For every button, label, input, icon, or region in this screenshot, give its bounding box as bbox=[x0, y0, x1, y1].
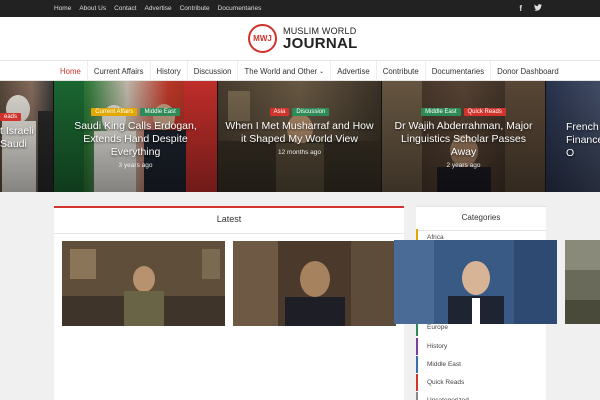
slide-tag[interactable]: Middle East bbox=[140, 108, 180, 116]
top-link-contribute[interactable]: Contribute bbox=[180, 5, 210, 12]
thumb-photo bbox=[62, 241, 225, 326]
slide-tag[interactable]: Asia bbox=[269, 108, 290, 116]
facebook-icon[interactable]: f bbox=[519, 4, 522, 13]
twitter-icon[interactable] bbox=[534, 4, 542, 13]
latest-thumbs bbox=[62, 241, 396, 326]
slide-french-finance[interactable]: French Finance O bbox=[546, 81, 600, 192]
top-links: Home About Us Contact Advertise Contribu… bbox=[54, 0, 261, 17]
categories-heading: Categories bbox=[461, 213, 501, 222]
category-middle-east[interactable]: Middle East bbox=[416, 356, 546, 373]
nav-item-contribute[interactable]: Contribute bbox=[377, 61, 426, 81]
slide-saudi-king[interactable]: Current Affairs Middle East Saudi King C… bbox=[54, 81, 217, 192]
divider bbox=[54, 233, 404, 234]
slide-title[interactable]: French Finance O bbox=[546, 121, 600, 160]
logo-line2: JOURNAL bbox=[283, 34, 358, 52]
latest-thumb-macron[interactable] bbox=[394, 240, 557, 324]
latest-thumb-musharraf[interactable] bbox=[62, 241, 225, 326]
thumb-photo bbox=[565, 240, 600, 324]
slide-date: 3 years ago bbox=[118, 162, 153, 169]
slide-israeli-saudi[interactable]: eads t Israeli Saudi bbox=[0, 81, 53, 192]
logo-wordmark: MUSLIM WORLD JOURNAL bbox=[283, 26, 358, 52]
nav-item-home[interactable]: Home bbox=[54, 61, 88, 81]
nav-item-world-label: The World and Other bbox=[244, 66, 318, 76]
slide-tag[interactable]: Middle East bbox=[421, 108, 461, 116]
latest-heading: Latest bbox=[216, 214, 242, 224]
latest-thumb-partial[interactable] bbox=[565, 240, 600, 324]
slide-musharraf[interactable]: Asia Discussion When I Met Musharraf and… bbox=[218, 81, 381, 192]
nav-item-current-affairs[interactable]: Current Affairs bbox=[88, 61, 151, 81]
category-uncategorized[interactable]: Uncategorized bbox=[416, 392, 546, 400]
category-quick-reads[interactable]: Quick Reads bbox=[416, 374, 546, 391]
nav-item-advertise[interactable]: Advertise bbox=[331, 61, 377, 81]
slide-wajih[interactable]: Middle East Quick Reads Dr Wajih Abderra… bbox=[382, 81, 545, 192]
slide-tag[interactable]: eads bbox=[0, 113, 22, 121]
latest-thumb-wajih[interactable] bbox=[233, 241, 396, 326]
category-history[interactable]: History bbox=[416, 338, 546, 355]
chevron-down-icon: ⌄ bbox=[319, 68, 325, 75]
main-nav: Home Current Affairs History Discussion … bbox=[0, 60, 600, 81]
nav-item-discussion[interactable]: Discussion bbox=[188, 61, 239, 81]
top-link-advertise[interactable]: Advertise bbox=[145, 5, 172, 12]
slide-title[interactable]: Saudi King Calls Erdogan, Extends Hand D… bbox=[54, 120, 217, 159]
featured-slider: eads t Israeli Saudi Current Affairs Mid… bbox=[0, 81, 600, 192]
latest-section: Latest bbox=[54, 206, 404, 400]
slide-date: 12 months ago bbox=[277, 149, 321, 156]
top-link-contact[interactable]: Contact bbox=[114, 5, 136, 12]
nav-item-history[interactable]: History bbox=[151, 61, 188, 81]
social-links: f bbox=[519, 0, 542, 17]
site-logo[interactable]: MWJ MUSLIM WORLD JOURNAL bbox=[248, 24, 358, 53]
slide-title[interactable]: When I Met Musharraf and How it Shaped M… bbox=[218, 120, 381, 146]
slide-title[interactable]: t Israeli Saudi bbox=[0, 125, 53, 151]
nav-items: Home Current Affairs History Discussion … bbox=[54, 61, 565, 81]
slide-tag[interactable]: Current Affairs bbox=[91, 108, 138, 116]
nav-item-documentaries[interactable]: Documentaries bbox=[426, 61, 492, 81]
top-link-documentaries[interactable]: Documentaries bbox=[218, 5, 262, 12]
thumb-photo bbox=[233, 241, 396, 326]
nav-item-world-and-other[interactable]: The World and Other ⌄ bbox=[238, 61, 332, 81]
slide-tag[interactable]: Discussion bbox=[292, 108, 330, 116]
site-header: MWJ MUSLIM WORLD JOURNAL bbox=[0, 17, 600, 60]
top-link-about[interactable]: About Us bbox=[79, 5, 106, 12]
logo-mark: MWJ bbox=[248, 24, 277, 53]
top-bar: Home About Us Contact Advertise Contribu… bbox=[0, 0, 600, 17]
slide-tag[interactable]: Quick Reads bbox=[463, 108, 506, 116]
top-link-home[interactable]: Home bbox=[54, 5, 71, 12]
slide-date: 2 years ago bbox=[446, 162, 481, 169]
thumb-photo bbox=[394, 240, 557, 324]
slide-title[interactable]: Dr Wajih Abderrahman, Major Linguistics … bbox=[382, 120, 545, 159]
nav-item-donor-dashboard[interactable]: Donor Dashboard bbox=[491, 61, 565, 81]
